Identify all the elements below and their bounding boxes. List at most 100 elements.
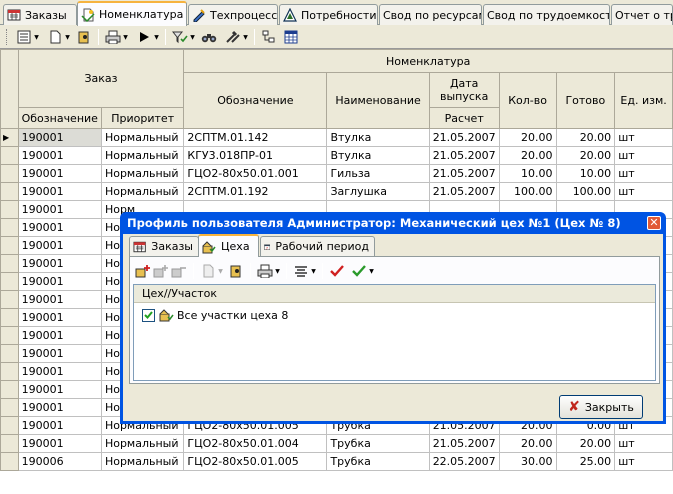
header-done[interactable]: Готово bbox=[555, 72, 616, 129]
print-icon[interactable] bbox=[104, 28, 122, 46]
cell-designation[interactable]: ГЦО2-80х50.01.005 bbox=[183, 452, 328, 471]
cell-designation[interactable]: 2СПТМ.01.192 bbox=[183, 182, 328, 201]
cell-name[interactable]: Втулка bbox=[326, 128, 430, 147]
binoculars-open-icon[interactable] bbox=[75, 28, 93, 46]
cell-qty[interactable]: 10.00 bbox=[498, 164, 557, 183]
close-button[interactable]: ✘ Закрыть bbox=[559, 395, 643, 419]
cell-order[interactable]: 190001 bbox=[17, 308, 102, 327]
cell-priority[interactable]: Нормальный bbox=[100, 434, 185, 453]
find-icon[interactable] bbox=[200, 28, 218, 46]
cell-unit[interactable]: шт bbox=[614, 164, 673, 183]
cell-name[interactable]: Трубка bbox=[326, 452, 430, 471]
cell-done[interactable]: 20.00 bbox=[555, 128, 616, 147]
cell-order[interactable]: 190001 bbox=[17, 236, 102, 255]
table-row[interactable]: 190006 Нормальный ГЦО2-80х50.01.005 Трубка 2… bbox=[0, 452, 673, 471]
cell-unit[interactable]: шт bbox=[614, 182, 673, 201]
table-row[interactable]: ▶ 190001 Нормальный 2СПТМ.01.142 Втулка 21.05… bbox=[0, 128, 673, 147]
cell-designation[interactable]: 2СПТМ.01.142 bbox=[183, 128, 328, 147]
play-icon[interactable] bbox=[135, 28, 153, 46]
cell-order[interactable]: 190001 bbox=[17, 254, 102, 273]
tab-nomenclature[interactable]: Номенклатура bbox=[77, 1, 187, 26]
tab-labor-summary[interactable]: Свод по трудоемкости bbox=[483, 4, 610, 25]
cell-unit[interactable]: шт bbox=[614, 452, 673, 471]
cell-unit[interactable]: шт bbox=[614, 434, 673, 453]
document-icon[interactable] bbox=[46, 28, 64, 46]
cell-order[interactable]: 190001 bbox=[17, 164, 102, 183]
tree-icon[interactable] bbox=[260, 28, 278, 46]
grid-view-dropdown-icon[interactable]: ▼ bbox=[33, 28, 40, 46]
cell-name[interactable]: Гильза bbox=[326, 164, 430, 183]
dialog-tab-orders[interactable]: Заказы bbox=[129, 236, 199, 256]
cell-done[interactable]: 25.00 bbox=[555, 452, 616, 471]
header-nomenclature[interactable]: Номенклатура bbox=[183, 49, 673, 73]
cell-order[interactable]: 190001 bbox=[17, 272, 102, 291]
cell-date[interactable]: 21.05.2007 bbox=[428, 182, 500, 201]
shop-tree-item[interactable]: Все участки цеха 8 bbox=[134, 305, 655, 325]
cell-order[interactable]: 190001 bbox=[17, 128, 102, 147]
dialog-tab-work-period[interactable]: 7 Рабочий период bbox=[260, 236, 375, 256]
cell-priority[interactable]: Нормальный bbox=[100, 452, 185, 471]
table-row[interactable]: 190001 Нормальный 2СПТМ.01.192 Заглушка 21.0… bbox=[0, 182, 673, 201]
play-dropdown-icon[interactable]: ▼ bbox=[153, 28, 160, 46]
print-dropdown-icon[interactable]: ▼ bbox=[274, 262, 281, 280]
cell-order[interactable]: 190001 bbox=[17, 326, 102, 345]
align-dropdown-icon[interactable]: ▼ bbox=[310, 262, 317, 280]
cell-order[interactable]: 190001 bbox=[17, 182, 102, 201]
tab-techprocess[interactable]: Техпроцесс bbox=[188, 4, 278, 25]
table-row[interactable]: 190001 Нормальный ГЦО2-80х50.01.001 Гильза 2… bbox=[0, 164, 673, 183]
header-calc[interactable]: Расчет bbox=[428, 107, 500, 129]
header-qty[interactable]: Кол-во bbox=[498, 72, 557, 129]
cell-unit[interactable]: шт bbox=[614, 128, 673, 147]
header-release-date[interactable]: Дата выпуска bbox=[428, 72, 500, 108]
print-dropdown-icon[interactable]: ▼ bbox=[122, 28, 129, 46]
cell-unit[interactable]: шт bbox=[614, 146, 673, 165]
header-name[interactable]: Наименование bbox=[326, 72, 430, 129]
cell-qty[interactable]: 20.00 bbox=[498, 146, 557, 165]
filter-icon[interactable] bbox=[171, 28, 189, 46]
cell-date[interactable]: 21.05.2007 bbox=[428, 146, 500, 165]
cell-order[interactable]: 190001 bbox=[17, 344, 102, 363]
cell-qty[interactable]: 100.00 bbox=[498, 182, 557, 201]
document-dropdown-icon[interactable]: ▼ bbox=[64, 28, 71, 46]
cell-date[interactable]: 21.05.2007 bbox=[428, 128, 500, 147]
table-row[interactable]: 190001 Нормальный КГУ3.018ПР-01 Втулка 21.05… bbox=[0, 146, 673, 165]
tab-labor-report[interactable]: Отчет о тру bbox=[611, 4, 673, 25]
cell-done[interactable]: 20.00 bbox=[555, 434, 616, 453]
cell-qty[interactable]: 20.00 bbox=[498, 434, 557, 453]
header-order-priority[interactable]: Приоритет bbox=[100, 107, 185, 129]
cell-order[interactable]: 190006 bbox=[17, 452, 102, 471]
cell-qty[interactable]: 20.00 bbox=[498, 128, 557, 147]
cell-date[interactable]: 21.05.2007 bbox=[428, 434, 500, 453]
cell-date[interactable]: 21.05.2007 bbox=[428, 164, 500, 183]
cell-order[interactable]: 190001 bbox=[17, 218, 102, 237]
check-red-icon[interactable] bbox=[328, 262, 346, 280]
cell-order[interactable]: 190001 bbox=[17, 398, 102, 417]
cell-order[interactable]: 190001 bbox=[17, 290, 102, 309]
header-unit[interactable]: Ед. изм. bbox=[614, 72, 673, 129]
cell-order[interactable]: 190001 bbox=[17, 362, 102, 381]
header-designation[interactable]: Обозначение bbox=[183, 72, 328, 129]
cell-priority[interactable]: Нормальный bbox=[100, 146, 185, 165]
tools-icon[interactable] bbox=[224, 28, 242, 46]
tools-dropdown-icon[interactable]: ▼ bbox=[242, 28, 249, 46]
tab-resource-summary[interactable]: Свод по ресурсам bbox=[379, 4, 482, 25]
cell-priority[interactable]: Нормальный bbox=[100, 182, 185, 201]
table-icon[interactable] bbox=[282, 28, 300, 46]
toolbar-grip[interactable] bbox=[6, 29, 9, 45]
tab-needs[interactable]: Потребности bbox=[279, 4, 378, 25]
table-row[interactable]: 190001 Нормальный ГЦО2-80х50.01.004 Трубка 2… bbox=[0, 434, 673, 453]
cell-done[interactable]: 100.00 bbox=[555, 182, 616, 201]
cell-designation[interactable]: ГЦО2-80х50.01.004 bbox=[183, 434, 328, 453]
cell-designation[interactable]: ГЦО2-80х50.01.001 bbox=[183, 164, 328, 183]
filter-dropdown-icon[interactable]: ▼ bbox=[189, 28, 196, 46]
tab-orders[interactable]: Заказы bbox=[3, 4, 77, 25]
cell-priority[interactable]: Нормальный bbox=[100, 128, 185, 147]
add-icon[interactable] bbox=[134, 262, 152, 280]
dialog-tab-shops[interactable]: Цеха bbox=[198, 234, 259, 257]
cell-designation[interactable]: КГУ3.018ПР-01 bbox=[183, 146, 328, 165]
print-icon[interactable] bbox=[256, 262, 274, 280]
cell-order[interactable]: 190001 bbox=[17, 146, 102, 165]
check-green-icon[interactable] bbox=[350, 262, 368, 280]
header-order[interactable]: Заказ bbox=[17, 49, 185, 108]
shop-tree-checkbox[interactable] bbox=[142, 308, 155, 322]
